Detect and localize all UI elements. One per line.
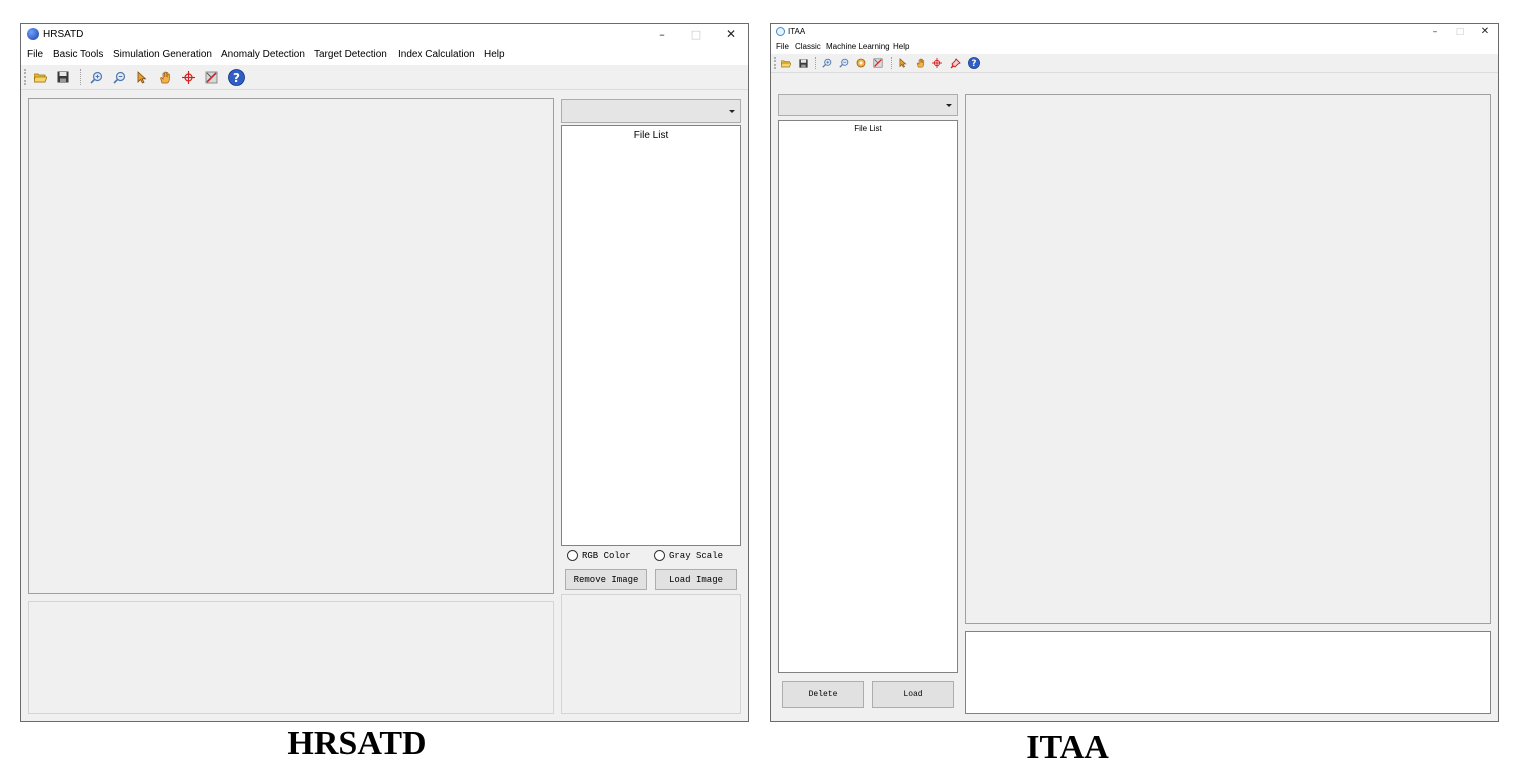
menu-anomaly-detection[interactable]: Anomaly Detection xyxy=(221,49,305,60)
radio-circle-icon xyxy=(567,550,578,561)
gray-scale-label: Gray Scale xyxy=(669,550,724,561)
menu-basic-tools[interactable]: Basic Tools xyxy=(53,49,103,60)
save-icon[interactable] xyxy=(54,68,72,86)
menu-target-detection[interactable]: Target Detection xyxy=(314,49,387,60)
menu-simulation-generation[interactable]: Simulation Generation xyxy=(113,49,212,60)
hrsatd-window: HRSATD – □ ✕ File Basic Tools Simulation… xyxy=(20,23,749,722)
zoom-out-icon[interactable] xyxy=(837,56,851,70)
help-icon[interactable]: ? xyxy=(226,67,246,87)
radio-circle-icon xyxy=(654,550,665,561)
itaa-menu-bar: File Classic Machine Learning Help xyxy=(771,40,1498,54)
svg-text:?: ? xyxy=(233,70,240,84)
chevron-down-icon xyxy=(729,110,735,113)
clear-icon[interactable] xyxy=(871,56,885,70)
svg-text:?: ? xyxy=(971,58,976,68)
toolbar-separator xyxy=(80,69,81,85)
menu-file[interactable]: File xyxy=(27,49,43,60)
load-image-button[interactable]: Load Image xyxy=(655,569,737,590)
delete-button[interactable]: Delete xyxy=(782,681,864,708)
maximize-button[interactable]: □ xyxy=(681,24,711,45)
rgb-color-label: RGB Color xyxy=(582,550,631,561)
toolbar-separator xyxy=(891,57,892,69)
output-log-panel xyxy=(965,631,1491,714)
app-globe-icon xyxy=(776,27,785,36)
open-folder-icon[interactable] xyxy=(31,68,49,86)
close-button[interactable]: ✕ xyxy=(715,24,747,45)
maximize-button[interactable]: □ xyxy=(1448,24,1472,40)
menu-classic[interactable]: Classic xyxy=(795,42,821,51)
zoom-out-icon[interactable] xyxy=(110,68,128,86)
pan-hand-icon[interactable] xyxy=(913,56,927,70)
pan-icon[interactable] xyxy=(854,56,868,70)
hrsatd-window-title: HRSATD xyxy=(43,29,84,40)
info-panel xyxy=(561,594,741,714)
save-icon[interactable] xyxy=(796,56,810,70)
open-folder-icon[interactable] xyxy=(779,56,793,70)
toolbar-grip[interactable] xyxy=(774,57,776,69)
help-icon[interactable]: ? xyxy=(966,55,981,70)
close-button[interactable]: ✕ xyxy=(1473,24,1497,40)
image-display-panel[interactable] xyxy=(965,94,1491,624)
crosshair-icon[interactable] xyxy=(930,56,944,70)
hrsatd-title-bar[interactable]: HRSATD – □ ✕ xyxy=(21,24,748,45)
gray-scale-radio[interactable]: Gray Scale xyxy=(654,550,723,561)
toolbar-grip[interactable] xyxy=(24,69,26,85)
remove-image-button[interactable]: Remove Image xyxy=(565,569,647,590)
band-selector-dropdown[interactable] xyxy=(561,99,741,123)
file-list-header: File List xyxy=(854,124,882,133)
output-log-panel xyxy=(28,601,554,714)
pointer-icon[interactable] xyxy=(896,56,910,70)
itaa-toolbar: ? xyxy=(771,54,1498,73)
menu-help[interactable]: Help xyxy=(893,42,909,51)
file-list-box[interactable]: File List xyxy=(778,120,958,673)
pin-icon[interactable] xyxy=(948,56,962,70)
toolbar-separator xyxy=(815,57,816,69)
file-list-header: File List xyxy=(633,130,669,141)
menu-help[interactable]: Help xyxy=(484,49,505,60)
menu-index-calculation[interactable]: Index Calculation xyxy=(398,49,475,60)
pan-hand-icon[interactable] xyxy=(156,68,174,86)
itaa-title-bar[interactable]: ITAA – □ ✕ xyxy=(771,24,1498,40)
hrsatd-caption: HRSATD xyxy=(287,725,427,762)
file-list-box[interactable]: File List xyxy=(561,125,741,546)
app-globe-icon xyxy=(27,28,39,40)
crosshair-icon[interactable] xyxy=(179,68,197,86)
menu-file[interactable]: File xyxy=(776,42,789,51)
image-display-panel[interactable] xyxy=(28,98,554,594)
itaa-caption: ITAA xyxy=(1026,729,1109,766)
itaa-window-title: ITAA xyxy=(788,27,806,36)
rgb-color-radio[interactable]: RGB Color xyxy=(567,550,631,561)
itaa-window: ITAA – □ ✕ File Classic Machine Learning… xyxy=(770,23,1499,722)
hrsatd-menu-bar: File Basic Tools Simulation Generation A… xyxy=(21,45,748,65)
minimize-button[interactable]: – xyxy=(647,24,677,45)
zoom-in-icon[interactable] xyxy=(87,68,105,86)
load-button[interactable]: Load xyxy=(872,681,954,708)
zoom-in-icon[interactable] xyxy=(820,56,834,70)
hrsatd-toolbar: ? xyxy=(21,65,748,90)
chevron-down-icon xyxy=(946,104,952,107)
clear-icon[interactable] xyxy=(202,68,220,86)
pointer-icon[interactable] xyxy=(133,68,151,86)
band-selector-dropdown[interactable] xyxy=(778,94,958,116)
menu-machine-learning[interactable]: Machine Learning xyxy=(826,42,890,51)
minimize-button[interactable]: – xyxy=(1423,24,1447,40)
